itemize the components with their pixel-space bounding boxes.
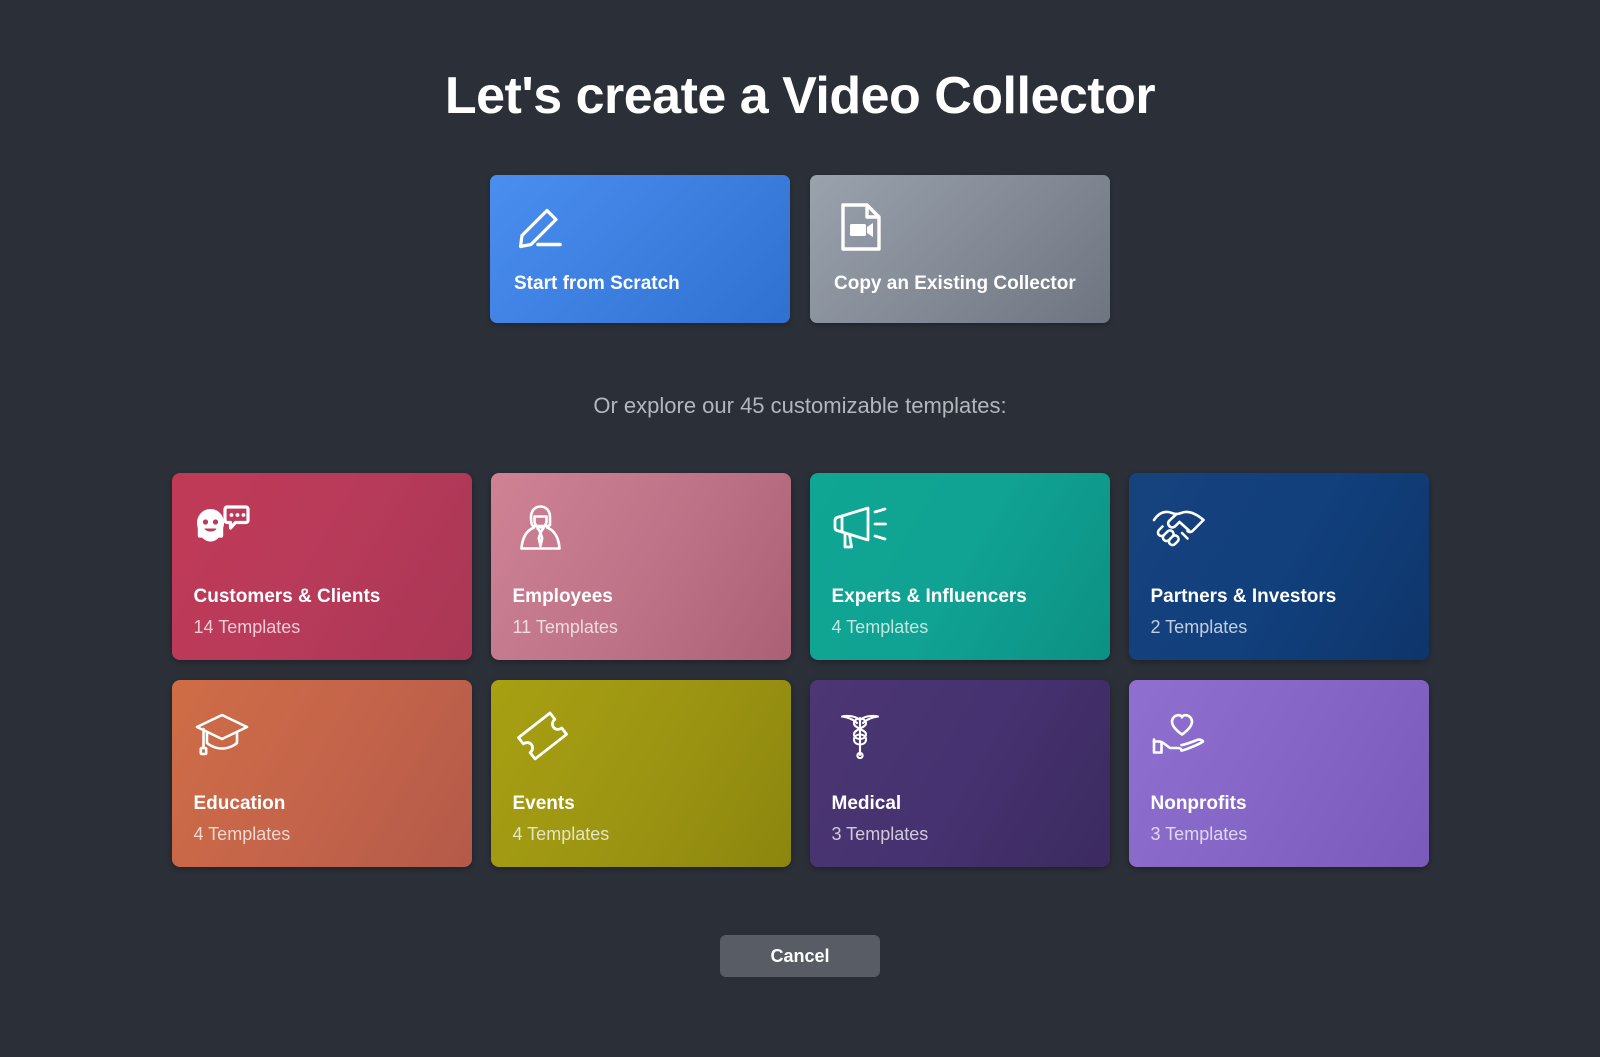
category-count: 4 Templates [512,823,610,844]
category-card-education[interactable]: Education 4 Templates [171,680,472,868]
category-count: 14 Templates [193,616,301,637]
category-card-nonprofits[interactable]: Nonprofits 3 Templates [1128,680,1429,868]
start-from-scratch-label: Start from Scratch [514,273,680,295]
category-count: 2 Templates [1150,616,1248,637]
dialog-footer: Cancel [720,935,880,978]
category-card-customers-clients[interactable]: Customers & Clients 14 Templates [171,473,472,661]
copy-existing-collector-card[interactable]: Copy an Existing Collector [810,175,1110,324]
category-card-employees[interactable]: Employees 11 Templates [490,473,791,661]
template-category-grid: Customers & Clients 14 Templates Employe… [171,473,1429,868]
graduation-cap-icon [194,710,250,762]
category-card-medical[interactable]: Medical 3 Templates [809,680,1110,868]
category-count: 11 Templates [512,616,618,637]
copy-existing-collector-label: Copy an Existing Collector [834,273,1076,295]
category-title: Events [512,792,575,814]
category-title: Partners & Investors [1150,585,1337,607]
handshake-icon [1151,503,1207,555]
category-card-events[interactable]: Events 4 Templates [490,680,791,868]
primary-action-row: Start from Scratch Copy an Existing Coll… [490,175,1110,324]
face-chat-icon [194,503,250,555]
category-title: Customers & Clients [193,585,381,607]
category-count: 3 Templates [831,823,929,844]
category-count: 4 Templates [831,616,929,637]
employee-suit-icon [513,503,569,555]
hand-heart-icon [1151,710,1207,762]
category-card-experts-influencers[interactable]: Experts & Influencers 4 Templates [809,473,1110,661]
cancel-button[interactable]: Cancel [720,935,880,978]
pencil-icon [514,201,566,253]
templates-subhead: Or explore our 45 customizable templates… [593,393,1007,419]
ticket-icon [513,710,569,762]
megaphone-icon [832,503,888,555]
start-from-scratch-card[interactable]: Start from Scratch [490,175,790,324]
category-count: 3 Templates [1150,823,1248,844]
category-card-partners-investors[interactable]: Partners & Investors 2 Templates [1128,473,1429,661]
create-collector-dialog: Let's create a Video Collector Start fro… [0,0,1600,1057]
category-title: Experts & Influencers [831,585,1027,607]
category-title: Employees [512,585,613,607]
category-count: 4 Templates [193,823,291,844]
page-title: Let's create a Video Collector [444,67,1156,125]
category-title: Medical [831,792,902,814]
category-title: Education [193,792,286,814]
category-title: Nonprofits [1150,792,1247,814]
caduceus-icon [832,710,888,762]
document-video-icon [834,201,886,253]
